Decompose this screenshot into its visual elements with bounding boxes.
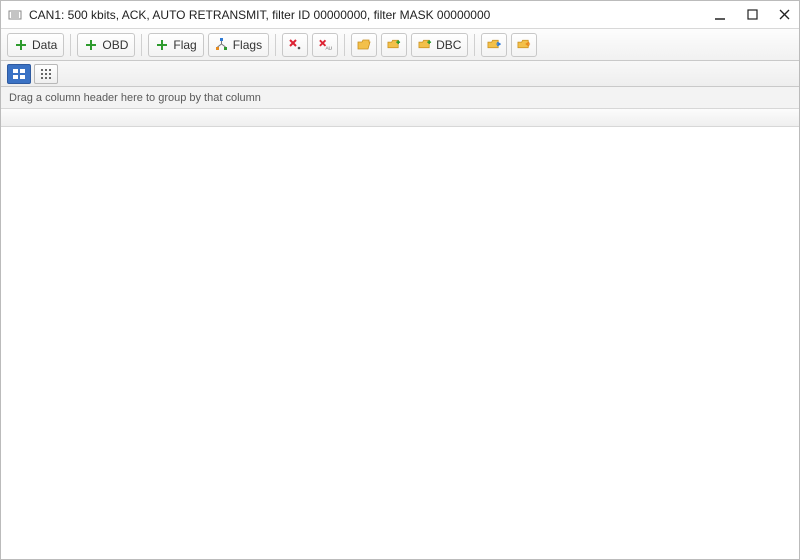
open-folder-button[interactable] xyxy=(351,33,377,57)
close-button[interactable] xyxy=(775,6,793,24)
card-view-icon xyxy=(12,68,26,80)
groupby-panel[interactable]: Drag a column header here to group by th… xyxy=(1,87,799,109)
dbc-folder-button[interactable]: DBC xyxy=(411,33,468,57)
grid-view-button[interactable] xyxy=(34,64,58,84)
plus-icon xyxy=(155,38,169,52)
minimize-button[interactable] xyxy=(711,6,729,24)
plus-icon xyxy=(84,38,98,52)
separator xyxy=(344,34,345,56)
add-flag-label: Flag xyxy=(173,38,196,52)
grid-view-icon xyxy=(40,68,52,80)
app-icon xyxy=(7,7,23,23)
flags-button[interactable]: Flags xyxy=(208,33,269,57)
folder-plus-icon xyxy=(418,38,432,52)
add-obd-label: OBD xyxy=(102,38,128,52)
svg-text:ALL: ALL xyxy=(326,46,333,51)
folder-arrow-out-icon xyxy=(517,38,531,52)
flags-label: Flags xyxy=(233,38,262,52)
dbc-label: DBC xyxy=(436,38,461,52)
add-data-label: Data xyxy=(32,38,57,52)
view-toolbar xyxy=(1,61,799,87)
separator xyxy=(275,34,276,56)
window-title: CAN1: 500 kbits, ACK, AUTO RETRANSMIT, f… xyxy=(29,8,711,22)
window-controls xyxy=(711,6,793,24)
folder-arrow-in-icon xyxy=(487,38,501,52)
import-button[interactable] xyxy=(481,33,507,57)
delete-button[interactable] xyxy=(282,33,308,57)
grid-body xyxy=(1,127,799,559)
groupby-hint: Drag a column header here to group by th… xyxy=(9,92,261,104)
separator xyxy=(474,34,475,56)
add-data-button[interactable]: Data xyxy=(7,33,64,57)
add-folder-button[interactable] xyxy=(381,33,407,57)
add-flag-button[interactable]: Flag xyxy=(148,33,203,57)
separator xyxy=(141,34,142,56)
title-bar: CAN1: 500 kbits, ACK, AUTO RETRANSMIT, f… xyxy=(1,1,799,29)
column-header-row[interactable] xyxy=(1,109,799,127)
tree-icon xyxy=(215,38,229,52)
export-button[interactable] xyxy=(511,33,537,57)
delete-icon xyxy=(288,38,302,52)
folder-plus-icon xyxy=(387,38,401,52)
delete-all-icon: ALL xyxy=(318,38,332,52)
plus-icon xyxy=(14,38,28,52)
card-view-button[interactable] xyxy=(7,64,31,84)
add-obd-button[interactable]: OBD xyxy=(77,33,135,57)
separator xyxy=(70,34,71,56)
delete-all-button[interactable]: ALL xyxy=(312,33,338,57)
folder-open-icon xyxy=(357,38,371,52)
maximize-button[interactable] xyxy=(743,6,761,24)
main-toolbar: Data OBD Flag Flags ALL xyxy=(1,29,799,61)
